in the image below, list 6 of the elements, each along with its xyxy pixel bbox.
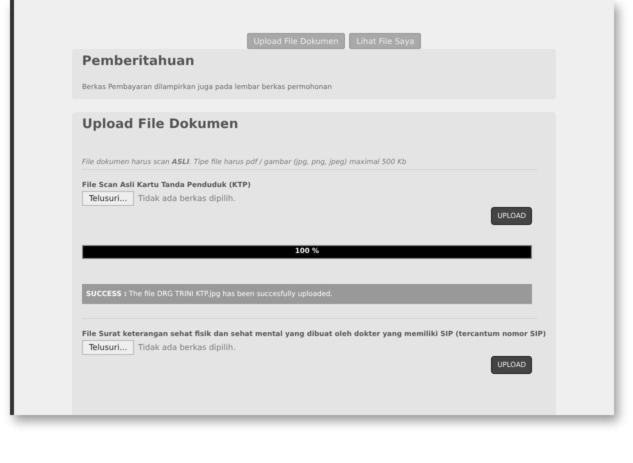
panel-title: Pemberitahuan [82, 54, 196, 69]
panel-title: Upload File Dokumen [82, 117, 240, 132]
browse-button[interactable]: Telusuri... [82, 191, 134, 206]
browse-button[interactable]: Telusuri... [82, 340, 134, 355]
file-status: Tidak ada berkas dipilih. [138, 343, 236, 352]
file-status: Tidak ada berkas dipilih. [138, 194, 236, 203]
